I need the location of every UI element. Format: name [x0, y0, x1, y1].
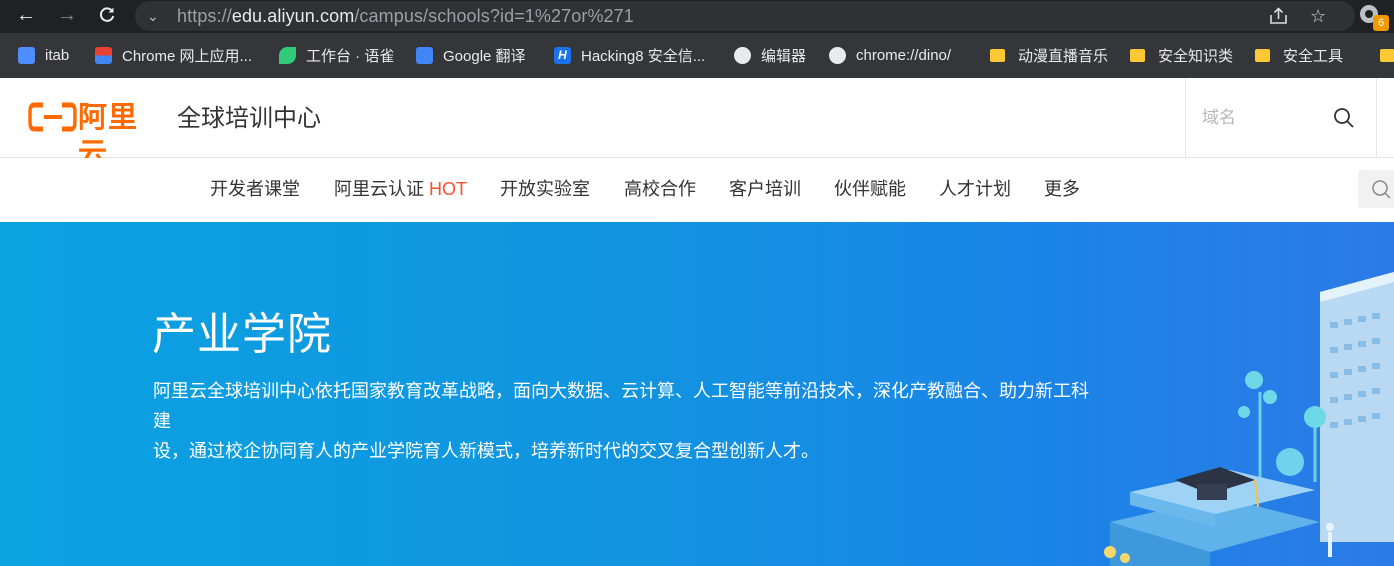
nav-item-open-lab[interactable]: 开放实验室 [500, 158, 590, 222]
nav-item-talent-plan[interactable]: 人才计划 [939, 158, 1011, 222]
globe-icon [829, 47, 846, 64]
google-translate-icon [416, 47, 433, 64]
browser-toolbar: ← → ⌄ https://edu.aliyun.com/campus/scho… [0, 0, 1394, 33]
nav-item-more[interactable]: 更多 [1044, 158, 1080, 222]
hero-banner: 产业学院 阿里云全球培训中心依托国家教育改革战略，面向大数据、云计算、人工智能等… [0, 222, 1394, 566]
chrome-store-icon [95, 47, 112, 64]
bookmark-editor[interactable]: 编辑器 [734, 33, 806, 78]
bookmark-overflow[interactable] [1380, 33, 1394, 78]
share-icon[interactable] [1269, 1, 1289, 34]
itab-icon [18, 47, 35, 64]
nav-item-partner[interactable]: 伙伴赋能 [834, 158, 906, 222]
bookmark-chrome-dino[interactable]: chrome://dino/ [829, 33, 951, 78]
bookmark-hacking8[interactable]: H Hacking8 安全信... [554, 33, 705, 78]
forward-arrow-icon[interactable]: → [53, 0, 81, 30]
bookmark-itab[interactable]: itab [18, 33, 69, 78]
search-input[interactable] [1202, 104, 1322, 132]
globe-icon [734, 47, 751, 64]
bookmarks-bar: itab Chrome 网上应用... 工作台 · 语雀 Google 翻译 H… [0, 33, 1394, 78]
aliyun-logo[interactable]: 阿里云 [28, 100, 156, 170]
search-icon [1372, 180, 1391, 199]
nav-search-button[interactable] [1358, 170, 1394, 208]
nav-item-developer-classroom[interactable]: 开发者课堂 [210, 158, 300, 222]
campus-illustration [1104, 272, 1394, 566]
folder-icon [1255, 49, 1270, 62]
nav-item-customer-training[interactable]: 客户培训 [729, 158, 801, 222]
hacking8-icon: H [554, 47, 571, 64]
reload-icon[interactable] [93, 0, 121, 30]
url-text[interactable]: https://edu.aliyun.com/campus/schools?id… [177, 1, 634, 31]
site-title[interactable]: 全球培训中心 [177, 102, 321, 136]
nav-item-university[interactable]: 高校合作 [624, 158, 696, 222]
bookmark-google-translate[interactable]: Google 翻译 [416, 33, 526, 78]
folder-icon [990, 49, 1005, 62]
hero-description: 阿里云全球培训中心依托国家教育改革战略，面向大数据、云计算、人工智能等前沿技术，… [153, 381, 1089, 461]
chevron-down-icon[interactable]: ⌄ [147, 1, 159, 31]
bookmark-yuque[interactable]: 工作台 · 语雀 [279, 33, 394, 78]
bookmark-folder-anime[interactable]: 动漫直播音乐 [990, 33, 1108, 78]
yuque-icon [279, 47, 296, 64]
search-icon[interactable] [1332, 106, 1356, 130]
hot-badge: HOT [429, 179, 467, 199]
hero-title: 产业学院 [152, 310, 332, 359]
folder-icon [1380, 49, 1394, 62]
main-nav: 开发者课堂 阿里云认证 HOT 开放实验室 高校合作 客户培训 伙伴赋能 人才计划… [0, 158, 1394, 222]
bookmark-chrome-store[interactable]: Chrome 网上应用... [95, 33, 252, 78]
address-bar[interactable]: ⌄ https://edu.aliyun.com/campus/schools?… [135, 1, 1355, 31]
bookmark-folder-security-tools[interactable]: 安全工具 [1255, 33, 1343, 78]
site-header: 阿里云 全球培训中心 [0, 78, 1394, 170]
header-search [1185, 78, 1377, 158]
star-bookmark-icon[interactable]: ☆ [1310, 1, 1326, 31]
nav-item-certification[interactable]: 阿里云认证 HOT [334, 158, 467, 222]
extension-badge: 6 [1373, 15, 1389, 31]
bookmark-folder-security-knowledge[interactable]: 安全知识类 [1130, 33, 1233, 78]
folder-icon [1130, 49, 1145, 62]
back-arrow-icon[interactable]: ← [12, 0, 40, 30]
